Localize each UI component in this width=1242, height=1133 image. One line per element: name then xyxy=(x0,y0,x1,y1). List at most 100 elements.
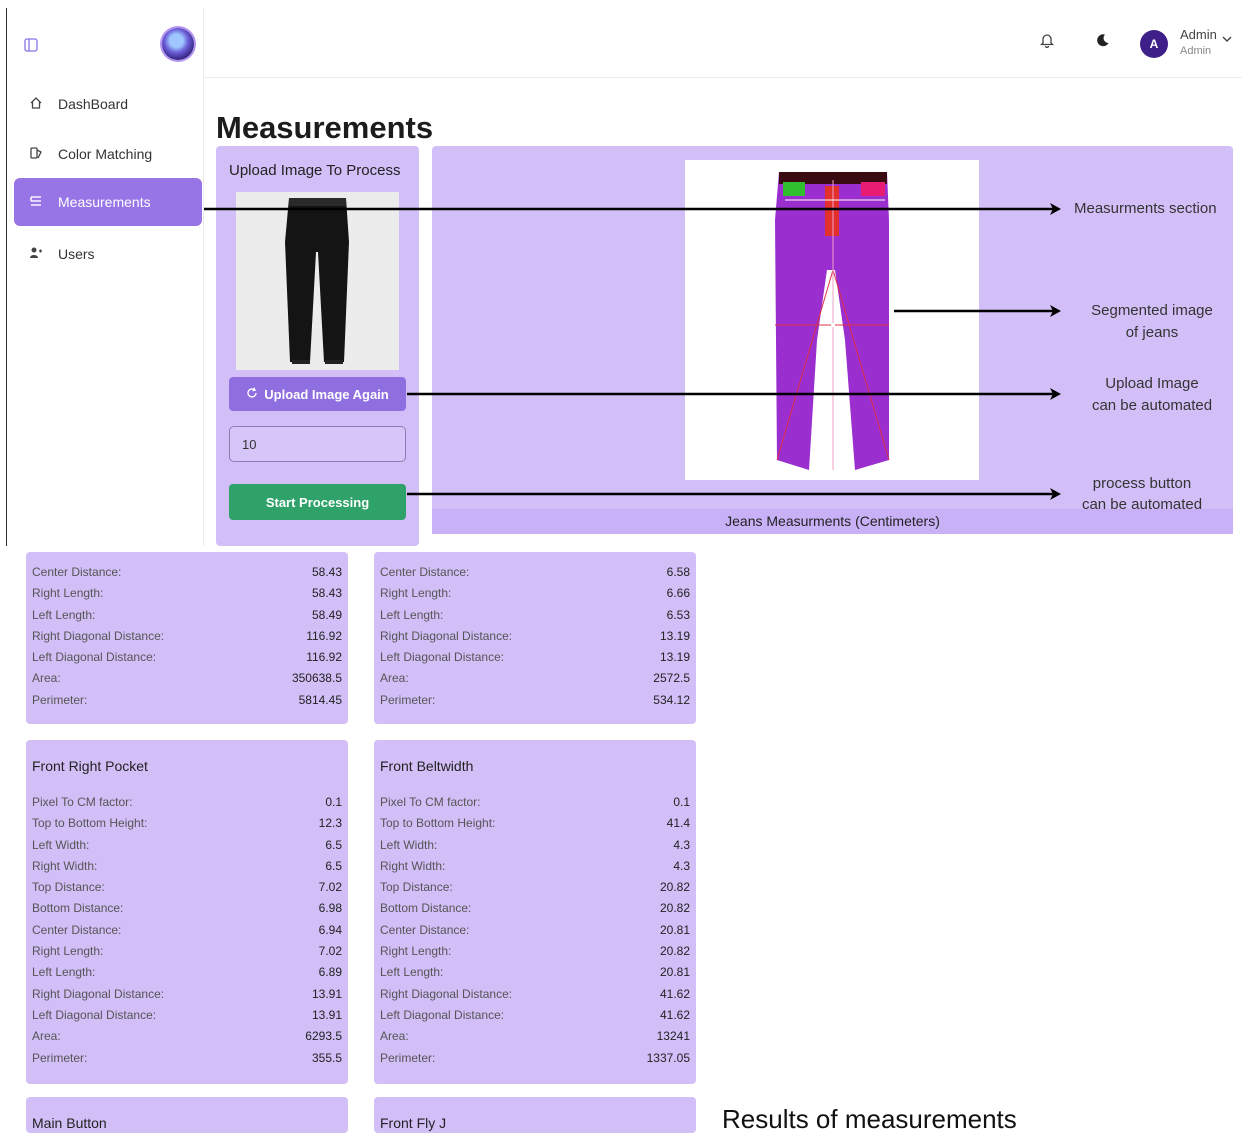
result-caption: Jeans Measurments (Centimeters) xyxy=(725,513,940,529)
measurement-value: 7.02 xyxy=(318,880,342,895)
measurement-value: 20.81 xyxy=(659,965,690,980)
sidebar: DashBoard Color Matching Measurements Us… xyxy=(8,8,204,546)
measurement-value: 5814.45 xyxy=(298,692,342,707)
measurement-label: Center Distance: xyxy=(32,922,122,937)
measurement-value: 20.82 xyxy=(659,901,690,916)
measurement-value: 13.19 xyxy=(659,628,690,643)
upload-image-again-button[interactable]: Upload Image Again xyxy=(229,377,406,411)
measurement-row: Left Diagonal Distance: 116.92 xyxy=(32,647,342,668)
measurement-label: Perimeter: xyxy=(32,692,88,707)
refresh-icon xyxy=(246,387,258,402)
measurement-value: 12.3 xyxy=(318,816,342,831)
measurement-label: Right Length: xyxy=(380,586,452,601)
measurement-row: Perimeter: 1337.05 xyxy=(380,1048,690,1069)
segmented-jeans-image xyxy=(685,160,979,480)
measurement-row: Right Length: 20.82 xyxy=(380,941,690,962)
measurement-value: 13.91 xyxy=(311,986,342,1001)
avatar[interactable]: A xyxy=(1140,30,1168,58)
count-input[interactable] xyxy=(229,426,406,462)
measurement-label: Left Length: xyxy=(380,607,444,622)
measurement-value: 6.66 xyxy=(666,586,690,601)
home-icon xyxy=(26,96,46,113)
measurement-row: Area: 2572.5 xyxy=(380,668,690,689)
measurement-label: Area: xyxy=(32,1029,61,1044)
measurement-row: Top Distance: 7.02 xyxy=(32,877,342,898)
sidebar-item-measurements[interactable]: Measurements xyxy=(14,178,202,226)
measurement-label: Area: xyxy=(380,1029,409,1044)
measurement-row: Pixel To CM factor: 0.1 xyxy=(380,792,690,813)
measurement-card-title: Front Fly J xyxy=(380,1115,447,1131)
measurement-row: Pixel To CM factor: 0.1 xyxy=(32,792,342,813)
measurement-label: Pixel To CM factor: xyxy=(32,795,133,809)
sidebar-item-label: DashBoard xyxy=(58,96,129,112)
measurement-rows: Pixel To CM factor: 0.1 Top to Bottom Heig… xyxy=(380,792,690,1069)
measurement-card-title: Front Right Pocket xyxy=(32,758,148,774)
measurement-label: Right Diagonal Distance: xyxy=(32,986,165,1001)
measurement-label: Perimeter: xyxy=(380,692,436,707)
measurement-label: Left Length: xyxy=(32,965,96,980)
measurement-label: Top Distance: xyxy=(32,880,105,895)
measurement-card-partial-right: Center Distance: 6.58 Right Length: 6.66 Lef… xyxy=(374,552,696,724)
measurement-row: Center Distance: 58.43 xyxy=(32,562,342,583)
measurement-value: 58.43 xyxy=(311,565,342,579)
user-name[interactable]: Admin xyxy=(1180,27,1217,42)
start-processing-button[interactable]: Start Processing xyxy=(229,484,406,520)
measurement-label: Right Length: xyxy=(32,586,104,601)
measurement-label: Perimeter: xyxy=(380,1050,436,1065)
measurement-card-front-right-pocket: Front Right Pocket Pixel To CM factor: 0.… xyxy=(26,740,348,1084)
measurement-label: Center Distance: xyxy=(380,922,470,937)
measurement-rows: Center Distance: 6.58 Right Length: 6.66 Lef… xyxy=(380,562,690,711)
measurement-value: 13.19 xyxy=(659,650,690,665)
measurement-row: Top to Bottom Height: 12.3 xyxy=(32,813,342,834)
measurement-row: Top Distance: 20.82 xyxy=(380,877,690,898)
sidebar-toggle-icon[interactable] xyxy=(24,38,44,58)
measurement-value: 116.92 xyxy=(306,628,342,643)
measurement-row: Left Width: 6.5 xyxy=(32,835,342,856)
measurement-value: 13.91 xyxy=(311,1007,342,1022)
window-border xyxy=(6,8,7,546)
brand-logo xyxy=(162,28,194,60)
measurement-row: Top to Bottom Height: 41.4 xyxy=(380,813,690,834)
measurement-row: Right Width: 6.5 xyxy=(32,856,342,877)
sidebar-item-users[interactable]: Users xyxy=(14,230,202,278)
measurement-label: Right Length: xyxy=(380,944,452,959)
measurement-value: 6.5 xyxy=(325,837,342,852)
measurement-value: 6293.5 xyxy=(305,1029,342,1044)
measurement-label: Right Length: xyxy=(32,944,104,959)
measurement-row: Left Length: 6.53 xyxy=(380,605,690,626)
measurement-row: Perimeter: 534.12 xyxy=(380,690,690,711)
measurement-row: Right Width: 4.3 xyxy=(380,856,690,877)
measurement-value: 41.62 xyxy=(659,1007,690,1022)
measurement-value: 2572.5 xyxy=(653,671,690,686)
measurement-value: 41.4 xyxy=(666,816,690,831)
measurement-row: Left Diagonal Distance: 13.91 xyxy=(32,1005,342,1026)
measurement-value: 6.89 xyxy=(318,965,342,980)
sidebar-item-color-matching[interactable]: Color Matching xyxy=(14,130,202,178)
measurement-row: Right Length: 6.66 xyxy=(380,583,690,604)
measurement-label: Left Diagonal Distance: xyxy=(32,650,157,665)
measurement-card-main-button: Main Button xyxy=(26,1097,348,1133)
user-add-icon xyxy=(26,246,46,263)
measurement-label: Left Width: xyxy=(380,837,438,852)
sidebar-item-dashboard[interactable]: DashBoard xyxy=(14,80,202,128)
chevron-down-icon[interactable] xyxy=(1222,34,1232,46)
top-bar: A Admin Admin xyxy=(204,8,1242,78)
measurement-label: Right Diagonal Distance: xyxy=(380,628,513,643)
moon-icon[interactable] xyxy=(1096,32,1110,52)
measurement-row: Right Diagonal Distance: 41.62 xyxy=(380,984,690,1005)
measurement-value: 58.43 xyxy=(311,586,342,601)
measurement-value: 6.98 xyxy=(318,901,342,916)
measurement-value: 534.12 xyxy=(653,692,690,707)
measurement-row: Right Diagonal Distance: 13.19 xyxy=(380,626,690,647)
measurement-row: Left Diagonal Distance: 13.19 xyxy=(380,647,690,668)
results-caption: Results of measurements xyxy=(722,1104,1017,1133)
measurement-label: Top Distance: xyxy=(380,880,453,895)
measurement-label: Left Length: xyxy=(32,607,96,622)
bell-icon[interactable] xyxy=(1039,32,1055,53)
measurement-label: Bottom Distance: xyxy=(380,901,472,916)
measurement-value: 116.92 xyxy=(306,650,342,665)
measurement-label: Center Distance: xyxy=(32,565,122,579)
measurement-label: Right Width: xyxy=(32,858,98,873)
upload-image-again-label: Upload Image Again xyxy=(264,386,389,402)
swatch-icon xyxy=(26,146,46,163)
